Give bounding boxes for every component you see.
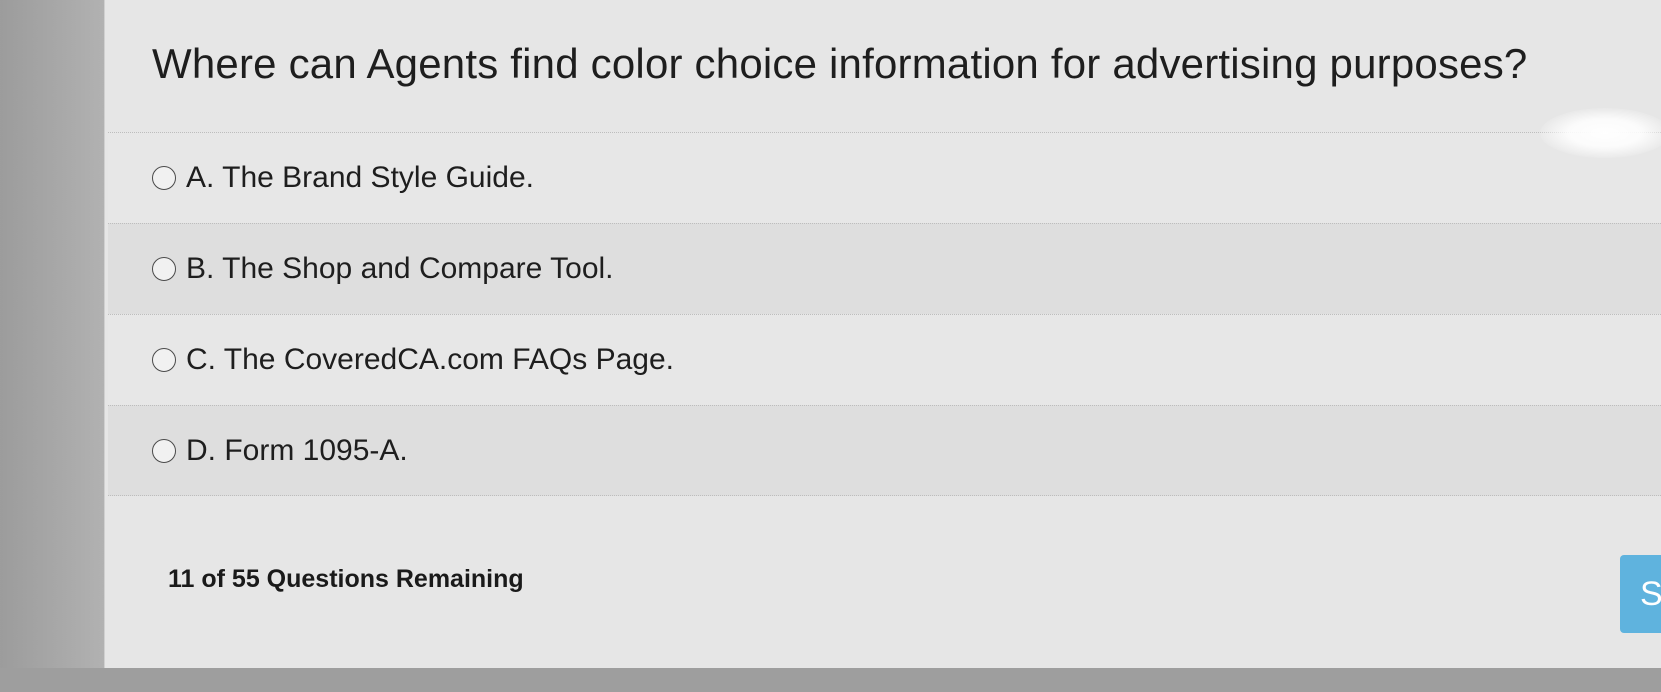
option-c[interactable]: C. The CoveredCA.com FAQs Page. <box>108 314 1661 405</box>
radio-button-a[interactable] <box>152 166 176 190</box>
submit-button[interactable]: S <box>1620 555 1661 633</box>
radio-button-c[interactable] <box>152 348 176 372</box>
option-d-label: D. Form 1095-A. <box>186 433 408 467</box>
option-a[interactable]: A. The Brand Style Guide. <box>108 132 1661 223</box>
option-a-label: A. The Brand Style Guide. <box>186 161 534 194</box>
option-b-label: B. The Shop and Compare Tool. <box>186 252 614 285</box>
background-strip <box>0 668 1661 692</box>
question-text: Where can Agents find color choice infor… <box>152 40 1528 87</box>
option-b[interactable]: B. The Shop and Compare Tool. <box>108 223 1661 314</box>
radio-button-d[interactable] <box>152 438 176 463</box>
questions-remaining: 11 of 55 Questions Remaining <box>168 565 524 593</box>
answer-options: A. The Brand Style Guide. B. The Shop an… <box>108 132 1661 496</box>
radio-button-b[interactable] <box>152 257 176 281</box>
option-d[interactable]: D. Form 1095-A. <box>108 405 1661 496</box>
option-c-label: C. The CoveredCA.com FAQs Page. <box>186 343 674 376</box>
